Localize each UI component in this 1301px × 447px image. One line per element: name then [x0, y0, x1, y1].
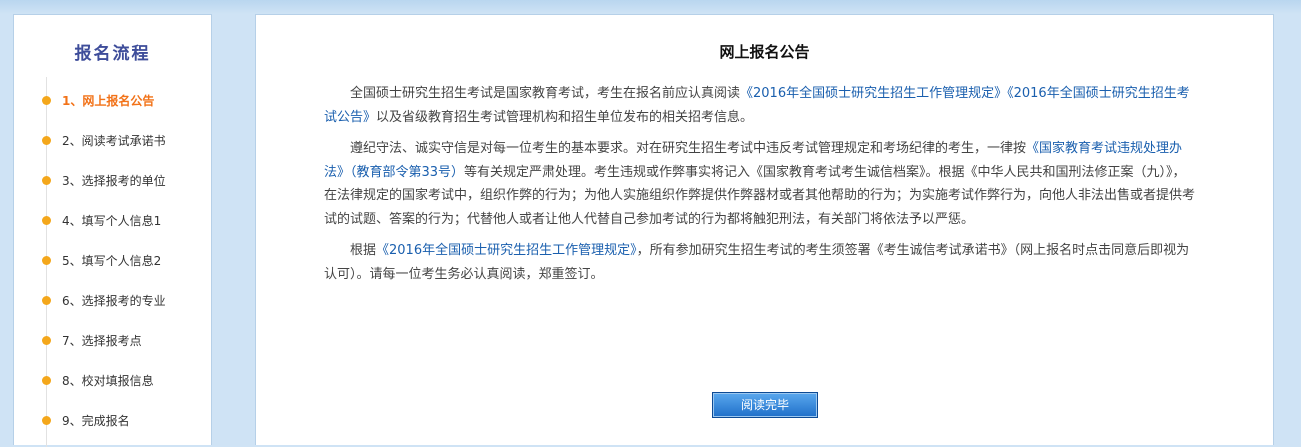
step-label: 9、完成报名: [62, 414, 130, 428]
step-item-1[interactable]: 1、网上报名公告: [42, 91, 207, 111]
notice-paragraph-3: 根据《2016年全国硕士研究生招生工作管理规定》，所有参加研究生招生考试的考生须…: [324, 239, 1198, 286]
step-item-3[interactable]: 3、选择报考的单位: [42, 171, 207, 191]
step-item-4[interactable]: 4、填写个人信息1: [42, 211, 207, 231]
paragraph-text: 根据: [350, 243, 377, 258]
step-item-7[interactable]: 7、选择报考点: [42, 331, 207, 351]
step-item-5[interactable]: 5、填写个人信息2: [42, 251, 207, 271]
step-label: 5、填写个人信息2: [62, 254, 162, 268]
sidebar-title: 报名流程: [74, 44, 151, 64]
step-label: 2、阅读考试承诺书: [62, 134, 166, 148]
regulation-link[interactable]: 《2016年全国硕士研究生招生工作管理规定》: [376, 243, 637, 258]
notice-paragraph-1: 全国硕士研究生招生考试是国家教育考试，考生在报名前应认真阅读《2016年全国硕士…: [324, 82, 1198, 129]
notice-title: 网上报名公告: [719, 43, 810, 61]
step-dot-icon: [42, 376, 51, 385]
step-label: 7、选择报考点: [62, 334, 142, 348]
step-dot-icon: [42, 136, 51, 145]
step-label: 4、填写个人信息1: [62, 214, 162, 228]
step-item-2[interactable]: 2、阅读考试承诺书: [42, 131, 207, 151]
paragraph-text: 全国硕士研究生招生考试是国家教育考试，考生在报名前应认真阅读: [350, 86, 741, 101]
step-label: 8、校对填报信息: [62, 374, 154, 388]
step-label: 6、选择报考的专业: [62, 294, 166, 308]
step-dot-icon: [42, 216, 51, 225]
sidebar: 报名流程 1、网上报名公告 2、阅读考试承诺书 3、选择报考的单位 4、填写个人…: [13, 14, 212, 447]
step-dot-icon: [42, 256, 51, 265]
notice-panel: 网上报名公告 全国硕士研究生招生考试是国家教育考试，考生在报名前应认真阅读《20…: [255, 14, 1274, 445]
step-item-9[interactable]: 9、完成报名: [42, 411, 207, 431]
notice-paragraph-2: 遵纪守法、诚实守信是对每一位考生的基本要求。对在研究生招生考试中违反考试管理规定…: [324, 137, 1198, 231]
step-label: 3、选择报考的单位: [62, 174, 166, 188]
step-dot-icon: [42, 336, 51, 345]
step-item-6[interactable]: 6、选择报考的专业: [42, 291, 207, 311]
step-dot-icon: [42, 416, 51, 425]
step-dot-icon: [42, 96, 51, 105]
notice-content: 全国硕士研究生招生考试是国家教育考试，考生在报名前应认真阅读《2016年全国硕士…: [324, 82, 1198, 294]
paragraph-text: 遵纪守法、诚实守信是对每一位考生的基本要求。对在研究生招生考试中违反考试管理规定…: [350, 141, 1027, 156]
finish-reading-button[interactable]: 阅读完毕: [712, 392, 818, 418]
paragraph-text: 以及省级教育招生考试管理机构和招生单位发布的相关招考信息。: [376, 109, 754, 125]
top-banner-strip: [0, 0, 1301, 14]
step-label: 1、网上报名公告: [62, 94, 155, 108]
step-dot-icon: [42, 176, 51, 185]
step-item-8[interactable]: 8、校对填报信息: [42, 371, 207, 391]
step-dot-icon: [42, 296, 51, 305]
regulation-link[interactable]: 《2016年全国硕士研究生招生工作管理规定》: [740, 86, 1007, 101]
